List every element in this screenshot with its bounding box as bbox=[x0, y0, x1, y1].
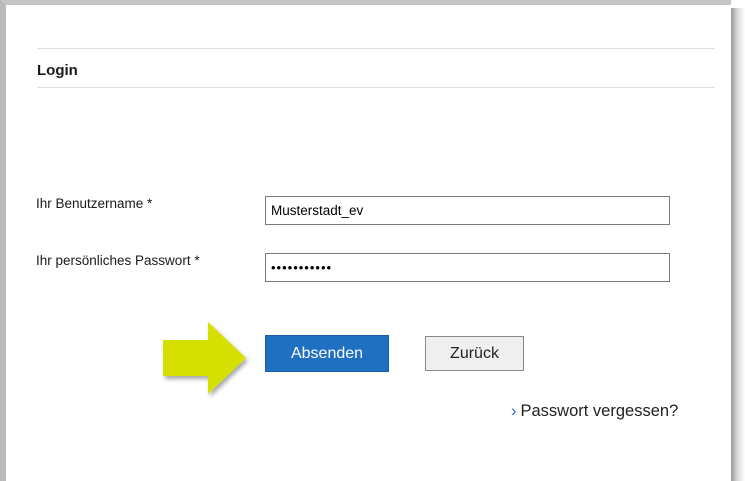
forgot-password-label: Passwort vergessen? bbox=[520, 402, 679, 420]
title-divider-bottom bbox=[37, 87, 715, 88]
page-title: Login bbox=[37, 62, 78, 79]
password-input[interactable] bbox=[265, 253, 670, 282]
password-label: Ihr persönliches Passwort * bbox=[36, 253, 200, 268]
username-input[interactable] bbox=[265, 196, 670, 225]
title-divider-top bbox=[37, 48, 715, 49]
chevron-right-icon: › bbox=[511, 402, 517, 420]
panel-shadow bbox=[731, 8, 745, 481]
submit-button[interactable]: Absenden bbox=[265, 335, 389, 372]
forgot-password-link[interactable]: › Passwort vergessen? bbox=[511, 402, 678, 421]
arrow-right-icon bbox=[163, 322, 246, 394]
back-button[interactable]: Zurück bbox=[425, 336, 524, 371]
username-label: Ihr Benutzername * bbox=[36, 196, 153, 211]
